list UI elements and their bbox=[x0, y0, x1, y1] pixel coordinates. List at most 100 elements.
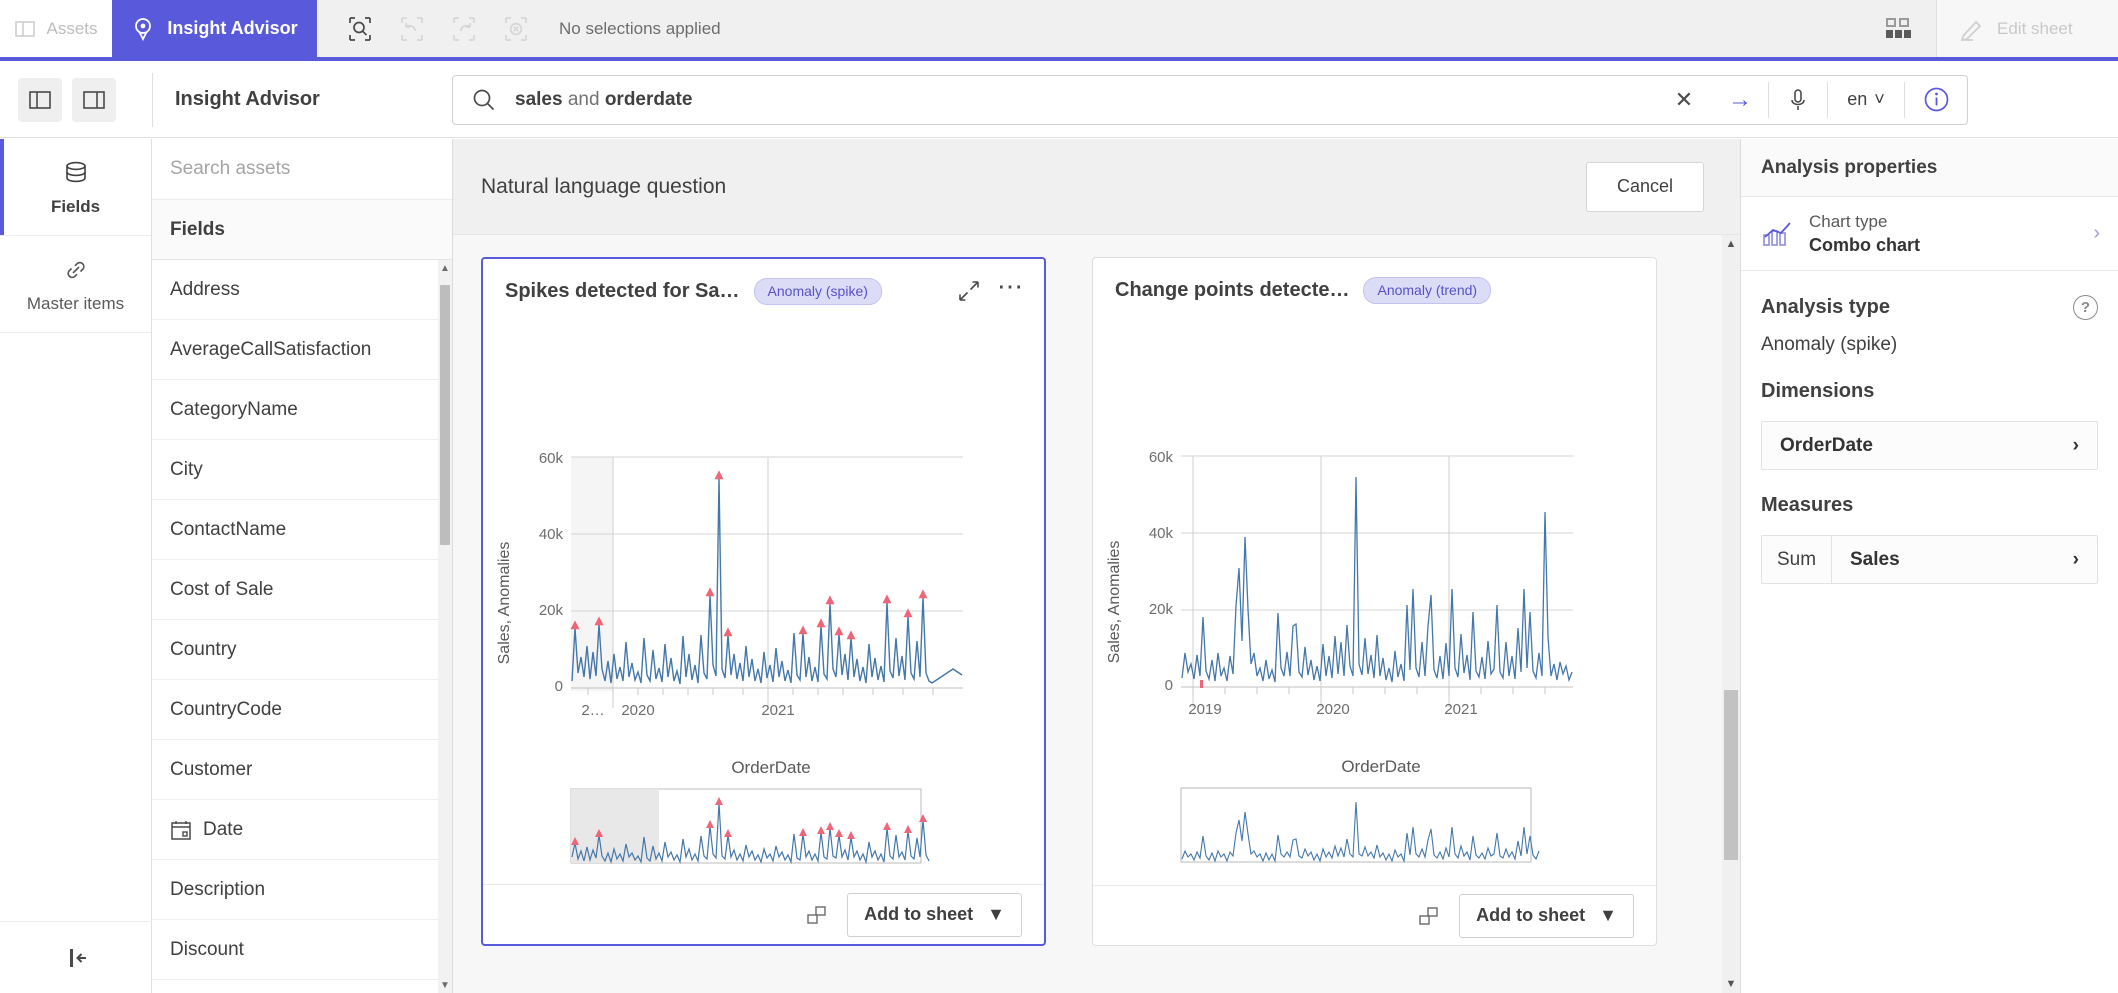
add-to-sheet-button[interactable]: Add to sheet ▼ bbox=[847, 892, 1022, 937]
list-item[interactable]: Address bbox=[152, 260, 452, 320]
insight-advisor-tab[interactable]: Insight Advisor bbox=[112, 0, 317, 57]
layout-left-icon bbox=[28, 89, 52, 111]
cancel-button[interactable]: Cancel bbox=[1586, 161, 1704, 212]
svg-text:2019: 2019 bbox=[1188, 701, 1221, 718]
assets-tab-label: Assets bbox=[46, 18, 98, 38]
pencil-icon bbox=[1959, 16, 1985, 42]
submit-search-icon[interactable]: → bbox=[1712, 86, 1768, 114]
chart-type-row[interactable]: Chart type Combo chart › bbox=[1741, 197, 2118, 271]
assets-tab[interactable]: Assets bbox=[0, 0, 112, 57]
microphone-icon[interactable] bbox=[1769, 87, 1827, 113]
main-content: Natural language question Cancel Spikes … bbox=[453, 139, 1740, 993]
sidebar-item-master-items[interactable]: Master items bbox=[0, 236, 151, 333]
list-item[interactable]: CategoryName bbox=[152, 380, 452, 440]
combo-chart-icon bbox=[1761, 220, 1793, 248]
card-chart-body[interactable]: Sales, Anomalies 60k 40k 20k 0 bbox=[1093, 322, 1656, 885]
selection-tools: No selections applied bbox=[317, 0, 1860, 57]
svg-text:2021: 2021 bbox=[1444, 701, 1477, 718]
list-item[interactable]: Description bbox=[152, 860, 452, 920]
list-item[interactable]: CountryCode bbox=[152, 680, 452, 740]
list-item[interactable]: Date bbox=[152, 800, 452, 860]
insight-advisor-heading: Insight Advisor bbox=[152, 72, 452, 127]
main-scrollbar[interactable]: ▲ ▼ bbox=[1722, 235, 1740, 993]
analysis-type-label: Analysis type bbox=[1761, 296, 1890, 318]
panel-toggle-group bbox=[0, 77, 152, 122]
link-icon bbox=[61, 255, 91, 285]
search-bar[interactable]: sales and orderdate ✕ → en ˅ bbox=[452, 74, 1968, 125]
measure-item-sales[interactable]: Sum Sales › bbox=[1761, 535, 2098, 584]
card-title: Change points detecte… bbox=[1115, 278, 1350, 301]
step-forward-icon[interactable] bbox=[441, 6, 487, 52]
list-item[interactable]: Discount bbox=[152, 920, 452, 980]
field-name: Address bbox=[170, 278, 240, 300]
scroll-down-icon[interactable]: ▼ bbox=[438, 977, 452, 993]
step-back-icon[interactable] bbox=[389, 6, 435, 52]
search-term-1: sales bbox=[515, 88, 563, 110]
list-item[interactable]: Cost of Sale bbox=[152, 560, 452, 620]
search-term-2: orderdate bbox=[604, 88, 693, 110]
add-to-sheet-label: Add to sheet bbox=[1476, 905, 1586, 925]
svg-text:40k: 40k bbox=[539, 526, 564, 543]
insight-advisor-search-row: Insight Advisor sales and orderdate ✕ → … bbox=[0, 62, 2118, 138]
scroll-down-icon[interactable]: ▼ bbox=[1722, 975, 1740, 993]
list-item[interactable]: City bbox=[152, 440, 452, 500]
scroll-up-icon[interactable]: ▲ bbox=[1722, 235, 1740, 253]
chain-link-icon[interactable] bbox=[1417, 904, 1441, 928]
svg-text:0: 0 bbox=[555, 678, 563, 695]
selection-status-text: No selections applied bbox=[559, 18, 721, 38]
collapse-left-icon[interactable] bbox=[0, 921, 152, 993]
help-icon[interactable]: ? bbox=[2073, 295, 2098, 320]
card-chart-body[interactable]: Sales, Anomalies 60k 40k 20k 0 bbox=[483, 323, 1044, 884]
left-rail: Fields Master items bbox=[0, 139, 152, 993]
dimension-item-orderdate[interactable]: OrderDate › bbox=[1761, 421, 2098, 470]
smart-search-icon[interactable] bbox=[337, 6, 383, 52]
topbar-right-actions: Edit sheet bbox=[1860, 0, 2118, 57]
insight-card-spikes[interactable]: Spikes detected for Sa… Anomaly (spike) … bbox=[481, 257, 1046, 946]
list-item[interactable]: Customer bbox=[152, 740, 452, 800]
svg-text:0: 0 bbox=[1165, 677, 1173, 694]
svg-text:Sales, Anomalies: Sales, Anomalies bbox=[1106, 541, 1123, 664]
panel-left-icon bbox=[14, 18, 36, 40]
edit-sheet-button[interactable]: Edit sheet bbox=[1936, 0, 2118, 57]
clear-selections-icon[interactable] bbox=[493, 6, 539, 52]
sheet-grid-icon[interactable] bbox=[1860, 0, 1936, 57]
assets-scrollbar[interactable]: ▲ ▼ bbox=[438, 260, 452, 993]
chevron-down-icon: ˅ bbox=[1874, 89, 1885, 109]
chain-link-icon[interactable] bbox=[805, 903, 829, 927]
card-header: Change points detecte… Anomaly (trend) bbox=[1093, 258, 1656, 322]
chevron-right-icon: › bbox=[2093, 222, 2100, 244]
chevron-down-icon: ▼ bbox=[1599, 905, 1617, 925]
scrollbar-thumb[interactable] bbox=[1724, 690, 1738, 860]
toggle-left-panel-button[interactable] bbox=[18, 77, 62, 122]
svg-text:40k: 40k bbox=[1149, 525, 1174, 542]
toggle-right-panel-button[interactable] bbox=[72, 77, 116, 122]
language-value: en bbox=[1847, 89, 1868, 109]
add-to-sheet-button[interactable]: Add to sheet ▼ bbox=[1459, 893, 1634, 938]
expand-icon[interactable] bbox=[956, 278, 982, 304]
field-name: CountryCode bbox=[170, 698, 282, 720]
clear-search-icon[interactable]: ✕ bbox=[1656, 87, 1712, 113]
field-name: CategoryName bbox=[170, 398, 298, 420]
add-to-sheet-label: Add to sheet bbox=[864, 904, 974, 924]
page-title: Natural language question bbox=[481, 174, 727, 198]
search-input[interactable]: sales and orderdate bbox=[515, 89, 1656, 111]
list-item[interactable]: AverageCallSatisfaction bbox=[152, 320, 452, 380]
sidebar-item-fields[interactable]: Fields bbox=[0, 139, 151, 236]
language-selector[interactable]: en ˅ bbox=[1828, 89, 1904, 110]
more-options-icon[interactable]: ⋯ bbox=[996, 273, 1026, 301]
status-badge: Anomaly (spike) bbox=[753, 277, 882, 305]
active-tab-underline bbox=[0, 57, 2118, 61]
scroll-up-icon[interactable]: ▲ bbox=[438, 260, 452, 276]
svg-text:2021: 2021 bbox=[761, 702, 794, 719]
scrollbar-thumb[interactable] bbox=[440, 285, 450, 545]
info-icon[interactable] bbox=[1905, 86, 1967, 113]
insight-advisor-app: Assets Insight Advisor No selections app… bbox=[0, 0, 2118, 993]
search-connector: and bbox=[562, 88, 605, 110]
list-item[interactable]: ContactName bbox=[152, 500, 452, 560]
insight-card-change-points[interactable]: Change points detecte… Anomaly (trend) S… bbox=[1092, 257, 1657, 946]
insight-cards-area: Spikes detected for Sa… Anomaly (spike) … bbox=[453, 235, 1740, 993]
card-footer: Add to sheet ▼ bbox=[1093, 885, 1656, 945]
list-item[interactable]: Country bbox=[152, 620, 452, 680]
search-assets-input[interactable]: Search assets bbox=[152, 139, 452, 200]
card-title: Spikes detected for Sa… bbox=[505, 279, 740, 302]
